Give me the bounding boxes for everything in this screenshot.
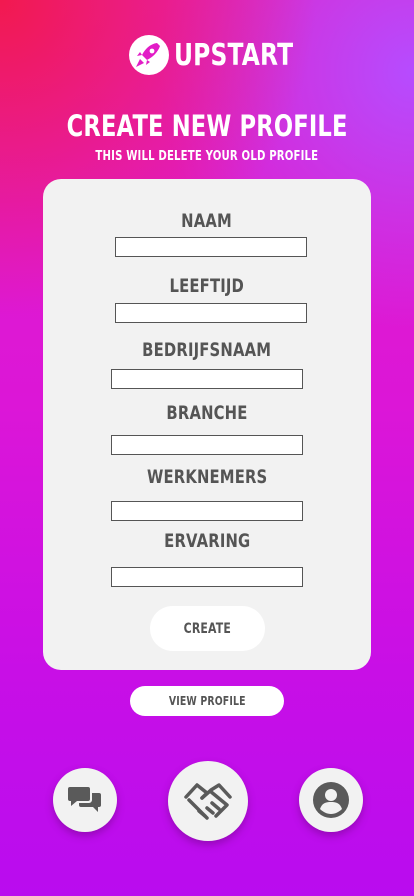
nav-profile-button[interactable] bbox=[299, 768, 363, 832]
bedrijfsnaam-field[interactable] bbox=[111, 369, 303, 389]
branche-label: BRANCHE bbox=[166, 402, 248, 424]
brand-name: UPSTART bbox=[174, 37, 294, 73]
werknemers-label: WERKNEMERS bbox=[146, 466, 268, 488]
nav-match-button[interactable] bbox=[168, 761, 248, 841]
rocket-icon bbox=[129, 35, 169, 75]
naam-label: NAAM bbox=[181, 210, 233, 232]
bedrijfsnaam-label: BEDRIJFSNAAM bbox=[142, 339, 272, 361]
werknemers-field[interactable] bbox=[111, 501, 303, 521]
ervaring-field[interactable] bbox=[111, 567, 303, 587]
ervaring-label: ERVARING bbox=[163, 530, 251, 552]
account-icon bbox=[313, 782, 349, 818]
branche-field[interactable] bbox=[111, 435, 303, 455]
chat-bubbles-icon bbox=[68, 787, 101, 812]
page-title: CREATE NEW PROFILE bbox=[66, 109, 348, 143]
view-profile-button[interactable]: VIEW PROFILE bbox=[130, 686, 284, 716]
leeftijd-label: LEEFTIJD bbox=[169, 275, 245, 297]
create-button[interactable]: CREATE bbox=[150, 606, 265, 651]
nav-chat-button[interactable] bbox=[53, 768, 117, 832]
handshake-icon bbox=[184, 783, 232, 820]
leeftijd-field[interactable] bbox=[115, 303, 307, 323]
page-subtitle: THIS WILL DELETE YOUR OLD PROFILE bbox=[95, 149, 319, 164]
naam-field[interactable] bbox=[115, 237, 307, 257]
brand: UPSTART bbox=[128, 34, 327, 76]
